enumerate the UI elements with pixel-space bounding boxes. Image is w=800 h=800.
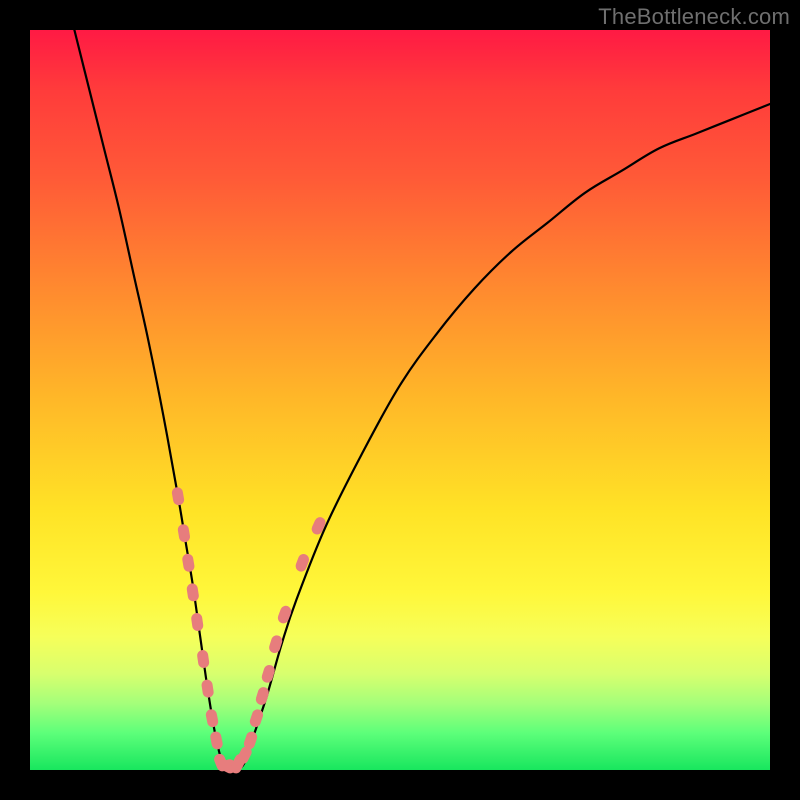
data-marker [177,523,191,543]
data-marker [186,583,200,602]
data-marker [201,679,215,698]
data-marker [191,612,204,631]
data-marker [268,634,284,654]
watermark-text: TheBottleneck.com [598,4,790,30]
data-marker [209,730,223,750]
plot-area [30,30,770,770]
data-marker [260,664,276,684]
curve-line [74,30,770,771]
data-marker [205,708,219,728]
chart-svg [30,30,770,770]
curve-path [74,30,770,771]
chart-frame: TheBottleneck.com [0,0,800,800]
data-marker [196,649,209,668]
data-markers [171,486,327,775]
data-marker [276,604,293,625]
data-marker [181,553,195,573]
data-marker [171,486,185,506]
data-marker [310,515,327,536]
